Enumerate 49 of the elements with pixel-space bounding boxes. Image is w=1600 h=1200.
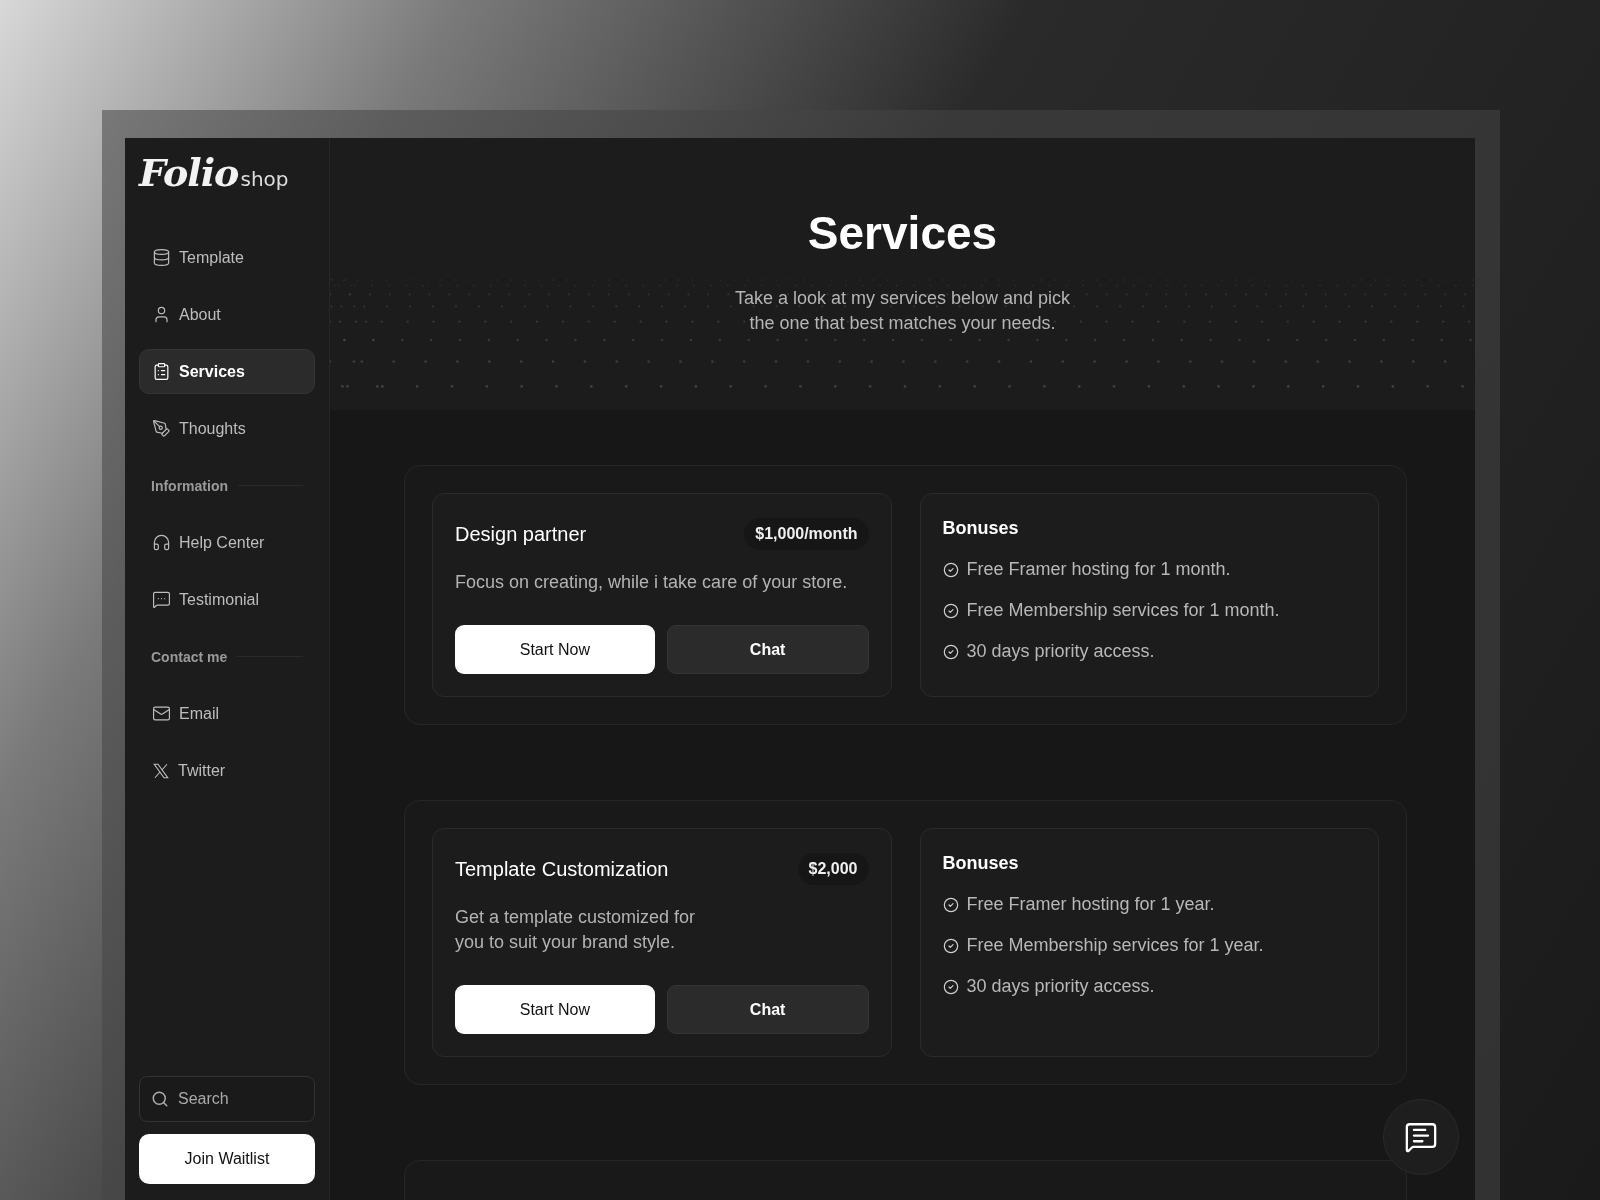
sidebar-item[interactable]: Testimonial <box>139 577 315 622</box>
mail-icon <box>152 704 171 723</box>
sidebar-item[interactable]: Help Center <box>139 520 315 565</box>
price-badge: $1,000/month <box>744 518 869 550</box>
user-icon <box>152 305 171 324</box>
x-logo-icon <box>152 761 170 780</box>
pen-icon <box>152 419 171 438</box>
message-icon <box>152 590 171 609</box>
bonus-item: Free Framer hosting for 1 month. <box>966 559 1231 580</box>
clipboard-icon <box>152 362 171 381</box>
service-description: Focus on creating, while i take care of your store. <box>455 571 849 594</box>
chat-button[interactable]: Chat <box>666 625 869 674</box>
bonus-item: Free Membership services for 1 month. <box>966 600 1280 621</box>
start-now-button[interactable]: Start Now <box>455 985 655 1034</box>
search-icon <box>151 1090 169 1108</box>
chat-button[interactable]: Chat <box>666 985 869 1034</box>
sidebar-item[interactable]: Twitter <box>139 748 315 793</box>
service-title: Design partner <box>455 522 587 546</box>
sidebar-item[interactable]: Template <box>139 235 315 280</box>
sidebar-item[interactable]: Email <box>139 691 315 736</box>
search-field[interactable]: Search <box>139 1076 315 1122</box>
sidebar-item[interactable]: Services <box>139 349 315 394</box>
start-now-button[interactable]: Start Now <box>455 625 655 674</box>
page-title: Services <box>807 206 998 260</box>
sidebar-item[interactable]: Thoughts <box>139 406 315 451</box>
join-waitlist-button[interactable]: Join Waitlist <box>139 1134 315 1184</box>
sidebar-item[interactable]: About <box>139 292 315 337</box>
service-title: Template Customization <box>455 857 669 881</box>
check-circle-icon <box>942 896 959 913</box>
chat-icon <box>1404 1120 1438 1154</box>
check-circle-icon <box>942 561 959 578</box>
section-heading: Information <box>151 477 228 494</box>
price-badge: $2,000 <box>797 853 869 885</box>
check-circle-icon <box>942 643 959 660</box>
check-circle-icon <box>942 937 959 954</box>
bonus-item: Free Framer hosting for 1 year. <box>966 894 1215 915</box>
bonus-item: Free Membership services for 1 year. <box>966 935 1264 956</box>
bonus-item: 30 days priority access. <box>966 641 1155 662</box>
check-circle-icon <box>942 978 959 995</box>
page-subtitle: Take a look at my services below and pick the one that best matches your needs. <box>734 287 1071 335</box>
bonus-item: 30 days priority access. <box>966 976 1155 997</box>
bonuses-title: Bonuses <box>942 853 1020 874</box>
section-heading: Contact me <box>151 648 228 665</box>
headset-icon <box>152 533 171 552</box>
database-icon <box>152 248 171 267</box>
bonuses-title: Bonuses <box>942 518 1020 539</box>
service-description: Get a template customized for you to suit your brand style. <box>455 906 697 954</box>
logo[interactable]: Folioshop <box>139 150 315 235</box>
check-circle-icon <box>942 602 959 619</box>
